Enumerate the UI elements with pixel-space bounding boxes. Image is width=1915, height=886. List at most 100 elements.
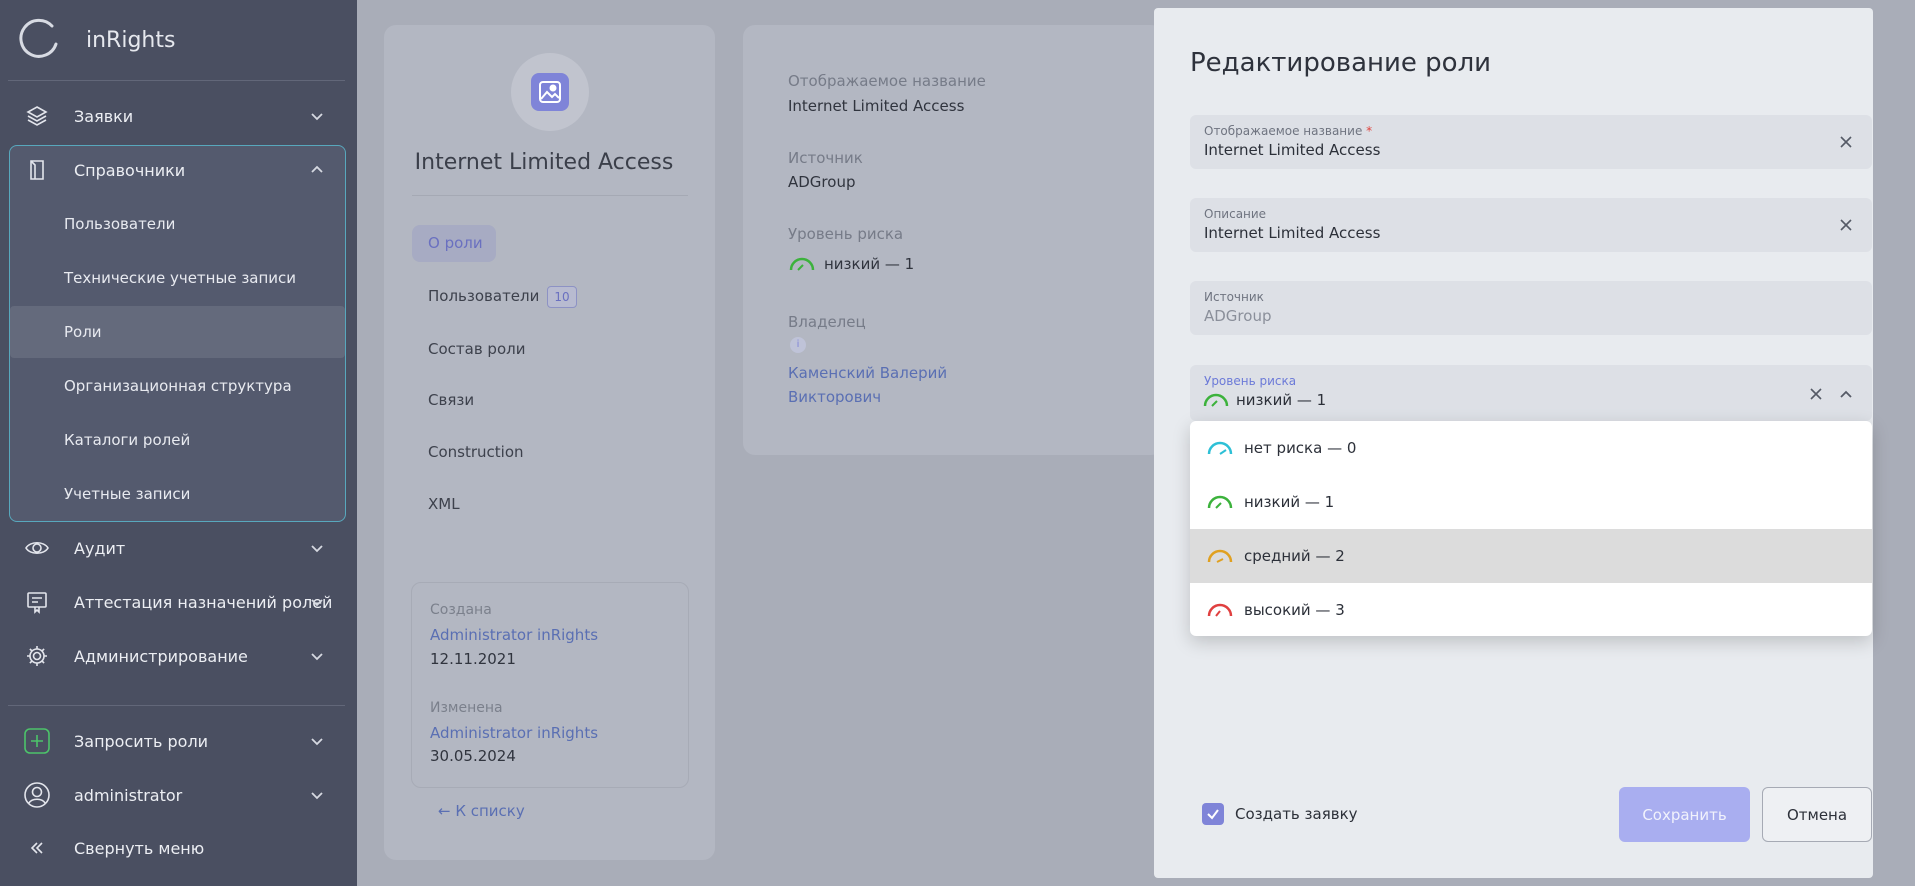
- image-icon: [531, 73, 569, 111]
- description-field[interactable]: Описание Internet Limited Access: [1190, 198, 1872, 252]
- sidebar-item-role-catalogs[interactable]: Каталоги ролей: [10, 414, 345, 466]
- created-date: 12.11.2021: [430, 650, 516, 668]
- gauge-icon: [1207, 441, 1233, 455]
- create-request-label[interactable]: Создать заявку: [1235, 803, 1358, 825]
- nav-request-roles-label: Запросить роли: [74, 731, 209, 751]
- double-chevron-left-icon: [22, 833, 52, 863]
- cancel-button[interactable]: Отмена: [1762, 787, 1872, 842]
- logo-icon: [19, 18, 58, 58]
- user-icon: [22, 780, 52, 810]
- nav-attestation-label: Аттестация назначений ролей: [74, 592, 333, 612]
- close-icon[interactable]: [1838, 134, 1854, 150]
- risk-level-select[interactable]: Уровень риска низкий — 1: [1190, 365, 1872, 421]
- gear-icon: [22, 641, 52, 671]
- owner-avatar: i: [790, 337, 806, 353]
- nav-requests[interactable]: Заявки: [10, 91, 345, 141]
- nav-attestation[interactable]: Аттестация назначений ролей: [10, 577, 345, 627]
- risk-option[interactable]: низкий — 1: [1190, 475, 1872, 529]
- back-to-list-link[interactable]: ← К списку: [438, 802, 525, 820]
- info-display-name: Internet Limited Access: [788, 97, 965, 115]
- divider: [412, 195, 688, 196]
- nav-requests-label: Заявки: [74, 106, 134, 126]
- sidebar-item-users[interactable]: Пользователи: [10, 198, 345, 250]
- nav-audit[interactable]: Аудит: [10, 523, 345, 573]
- sidebar-item-tech-accounts[interactable]: Технические учетные записи: [10, 252, 345, 304]
- risk-level-dropdown: нет риска — 0 низкий — 1 средний — 2 выс…: [1190, 421, 1872, 636]
- sidebar-item-org-structure[interactable]: Организационная структура: [10, 360, 345, 412]
- nav-administration[interactable]: Администрирование: [10, 631, 345, 681]
- tab-users[interactable]: Пользователи 10: [428, 286, 577, 308]
- description-field-label: Описание: [1204, 207, 1267, 221]
- modified-date: 30.05.2024: [430, 747, 516, 765]
- source-field-label: Источник: [1204, 290, 1264, 304]
- created-by-link[interactable]: Administrator inRights: [430, 626, 598, 644]
- gauge-icon: [1203, 393, 1229, 407]
- risk-option-label: низкий — 1: [1244, 493, 1335, 511]
- risk-level-text: низкий — 1: [1236, 391, 1327, 409]
- description-field-value[interactable]: Internet Limited Access: [1204, 224, 1380, 242]
- risk-level-value: низкий — 1: [1202, 391, 1326, 409]
- info-source: ADGroup: [788, 173, 856, 191]
- sidebar: inRights Заявки Справочники Пользователи…: [0, 0, 357, 886]
- divider: [8, 80, 345, 81]
- create-request-checkbox[interactable]: [1202, 803, 1224, 825]
- gauge-icon: [1207, 549, 1233, 563]
- gauge-icon: [789, 257, 815, 271]
- owner-link[interactable]: Каменский Валерий Викторович: [788, 361, 947, 409]
- brand[interactable]: inRights: [18, 18, 175, 62]
- risk-option[interactable]: нет риска — 0: [1190, 421, 1872, 475]
- nav-directories[interactable]: Справочники: [10, 145, 345, 195]
- tab-links[interactable]: Связи: [428, 391, 474, 409]
- nav-user[interactable]: administrator: [10, 770, 345, 820]
- nav-directories-label: Справочники: [74, 160, 186, 180]
- risk-option-label: средний — 2: [1244, 547, 1345, 565]
- nav-user-label: administrator: [74, 785, 183, 805]
- nav-request-roles[interactable]: Запросить роли: [10, 716, 345, 766]
- info-risk-label: Уровень риска: [788, 225, 904, 243]
- gauge-icon: [1207, 603, 1233, 617]
- chevron-down-icon: [311, 738, 323, 746]
- collapse-menu-label: Свернуть меню: [74, 838, 205, 858]
- display-name-field-value[interactable]: Internet Limited Access: [1204, 141, 1380, 159]
- certificate-icon: [22, 587, 52, 617]
- risk-option-label: высокий — 3: [1244, 601, 1345, 619]
- gauge-icon: [1207, 495, 1233, 509]
- chevron-down-icon: [311, 653, 323, 661]
- layers-icon: [22, 101, 52, 131]
- modified-label: Изменена: [430, 700, 503, 716]
- close-icon[interactable]: [1808, 386, 1824, 402]
- sidebar-item-accounts[interactable]: Учетные записи: [10, 468, 345, 520]
- info-owner-label: Владелец: [788, 313, 866, 331]
- chevron-up-icon[interactable]: [1838, 386, 1854, 402]
- plus-square-icon: [22, 726, 52, 756]
- display-name-field[interactable]: Отображаемое название * Internet Limited…: [1190, 115, 1872, 169]
- tab-composition[interactable]: Состав роли: [428, 340, 525, 358]
- info-risk: низкий — 1: [788, 255, 914, 273]
- eye-icon: [22, 533, 52, 563]
- users-count-badge: 10: [547, 286, 577, 308]
- book-icon: [22, 155, 52, 185]
- brand-name: inRights: [86, 27, 176, 53]
- close-icon[interactable]: [1838, 217, 1854, 233]
- tab-about[interactable]: О роли: [412, 225, 496, 262]
- risk-level-label: Уровень риска: [1204, 374, 1297, 388]
- role-avatar: [511, 53, 589, 131]
- chevron-up-icon: [311, 165, 323, 173]
- source-field-value: ADGroup: [1204, 307, 1272, 325]
- tab-xml[interactable]: XML: [428, 495, 460, 513]
- divider: [8, 705, 345, 706]
- chevron-down-icon: [311, 545, 323, 553]
- save-button[interactable]: Сохранить: [1619, 787, 1750, 842]
- owner-link-line2: Викторович: [788, 388, 882, 406]
- sidebar-item-roles[interactable]: Роли: [10, 306, 345, 358]
- risk-option[interactable]: средний — 2: [1190, 529, 1872, 583]
- tab-users-label: Пользователи: [428, 287, 540, 305]
- created-label: Создана: [430, 602, 492, 618]
- tab-construction[interactable]: Construction: [428, 443, 524, 461]
- risk-option[interactable]: высокий — 3: [1190, 583, 1872, 636]
- collapse-menu-button[interactable]: Свернуть меню: [10, 823, 345, 873]
- modified-by-link[interactable]: Administrator inRights: [430, 724, 598, 742]
- required-mark: *: [1366, 124, 1373, 138]
- source-field: Источник ADGroup: [1190, 281, 1872, 335]
- chevron-down-icon: [311, 599, 323, 607]
